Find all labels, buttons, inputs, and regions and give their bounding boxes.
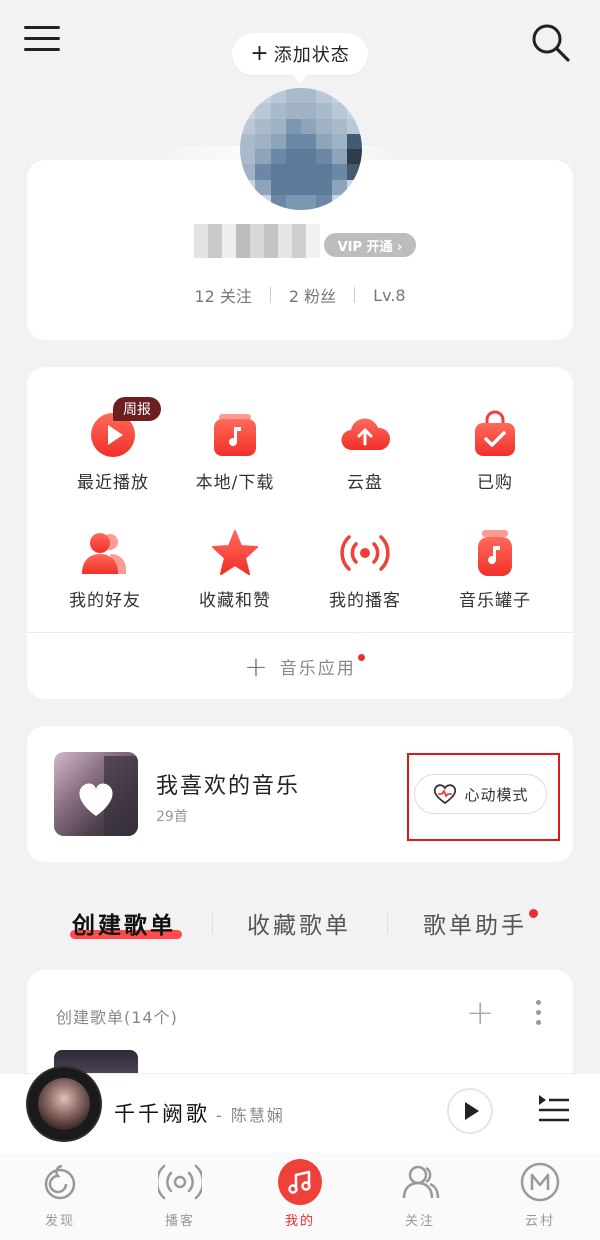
followers-count[interactable]: 2 粉丝 (289, 283, 336, 307)
play-icon (465, 1102, 479, 1120)
add-status-label: 添加状态 (273, 45, 350, 66)
nav-village[interactable]: 云村 (480, 1160, 600, 1232)
music-folder-icon (214, 414, 256, 456)
weekly-report-badge[interactable]: 周报 (113, 397, 161, 421)
divider (269, 287, 271, 303)
liked-music-title: 我喜欢的音乐 (156, 774, 301, 799)
add-playlist-button[interactable]: + (466, 996, 495, 1030)
nav-discover-label: 发现 (44, 1214, 75, 1229)
nav-mine[interactable]: 我的 (240, 1159, 360, 1232)
local-download-item[interactable]: 本地/下载 (169, 410, 301, 520)
following-count[interactable]: 12 关注 (194, 283, 251, 307)
music-note-icon (278, 1159, 322, 1205)
cloud-upload-icon (341, 418, 390, 451)
discover-icon (38, 1160, 82, 1204)
song-title: 千千阙歌 (114, 1102, 210, 1126)
avatar[interactable] (240, 88, 362, 210)
follow-icon (398, 1160, 442, 1204)
notification-dot (358, 654, 365, 661)
recent-play-item[interactable]: 最近播放 (47, 410, 179, 520)
podcast-icon (158, 1160, 202, 1204)
my-podcast-label: 我的播客 (329, 591, 401, 611)
plus-icon: + (250, 41, 270, 66)
shopping-bag-icon (475, 410, 515, 456)
playlist-queue-icon[interactable] (537, 1093, 571, 1127)
nav-mine-label: 我的 (284, 1214, 315, 1229)
vip-badge[interactable]: VIP 开通 › (324, 233, 416, 257)
tab-playlist-assistant[interactable]: 歌单助手 (423, 906, 527, 940)
music-jar-icon (478, 530, 512, 576)
recent-play-label: 最近播放 (77, 473, 149, 493)
local-download-label: 本地/下载 (195, 473, 275, 493)
cloud-drive-item[interactable]: 云盘 (299, 410, 431, 520)
divider (387, 912, 388, 934)
now-playing[interactable]: 千千阙歌 - 陈慧娴 (114, 1098, 285, 1128)
favorites-likes-label: 收藏和赞 (199, 591, 271, 611)
music-app-label: 音乐应用 (279, 658, 356, 679)
more-options-icon[interactable] (534, 1000, 542, 1028)
divider (354, 287, 356, 303)
my-podcast-item[interactable]: 我的播客 (299, 528, 431, 638)
add-status-button[interactable]: + 添加状态 (232, 33, 368, 83)
search-icon[interactable] (528, 20, 572, 64)
star-icon (212, 530, 258, 575)
nav-discover[interactable]: 发现 (0, 1160, 120, 1232)
nav-village-label: 云村 (524, 1214, 555, 1229)
liked-music-count: 29首 (156, 809, 188, 825)
notification-dot (529, 909, 538, 918)
my-friends-label: 我的好友 (69, 591, 141, 611)
village-icon (518, 1160, 562, 1204)
play-button[interactable] (447, 1088, 493, 1134)
menu-icon[interactable] (24, 26, 60, 56)
nav-follow[interactable]: 关注 (360, 1160, 480, 1232)
purchased-item[interactable]: 已购 (429, 410, 561, 520)
plus-icon: + (244, 649, 270, 683)
level-label[interactable]: Lv.8 (373, 286, 405, 305)
heart-icon (79, 756, 138, 836)
tab-created-playlists[interactable]: 创建歌单 (72, 906, 176, 940)
divider (212, 912, 213, 934)
profile-stats: 12 关注 2 粉丝 Lv.8 (27, 282, 573, 308)
music-jar-label: 音乐罐子 (459, 591, 531, 611)
favorites-likes-item[interactable]: 收藏和赞 (169, 528, 301, 638)
music-app-button[interactable]: + 音乐应用 (27, 633, 573, 699)
highlight-box (407, 753, 560, 841)
liked-music-cover[interactable] (54, 752, 138, 836)
music-jar-item[interactable]: 音乐罐子 (429, 528, 561, 638)
nav-podcast-label: 播客 (164, 1214, 195, 1229)
created-playlists-title: 创建歌单(14个) (56, 1008, 178, 1027)
purchased-label: 已购 (477, 473, 513, 493)
album-disc[interactable] (28, 1068, 100, 1140)
nav-follow-label: 关注 (404, 1214, 435, 1229)
tab-collected-playlists[interactable]: 收藏歌单 (247, 906, 351, 940)
cloud-drive-label: 云盘 (347, 473, 383, 493)
song-artist: - 陈慧娴 (216, 1106, 285, 1125)
nav-podcast[interactable]: 播客 (120, 1160, 240, 1232)
podcast-icon (340, 535, 390, 571)
friends-icon (82, 533, 126, 574)
my-friends-item[interactable]: 我的好友 (39, 528, 171, 638)
username-redacted (180, 224, 320, 258)
